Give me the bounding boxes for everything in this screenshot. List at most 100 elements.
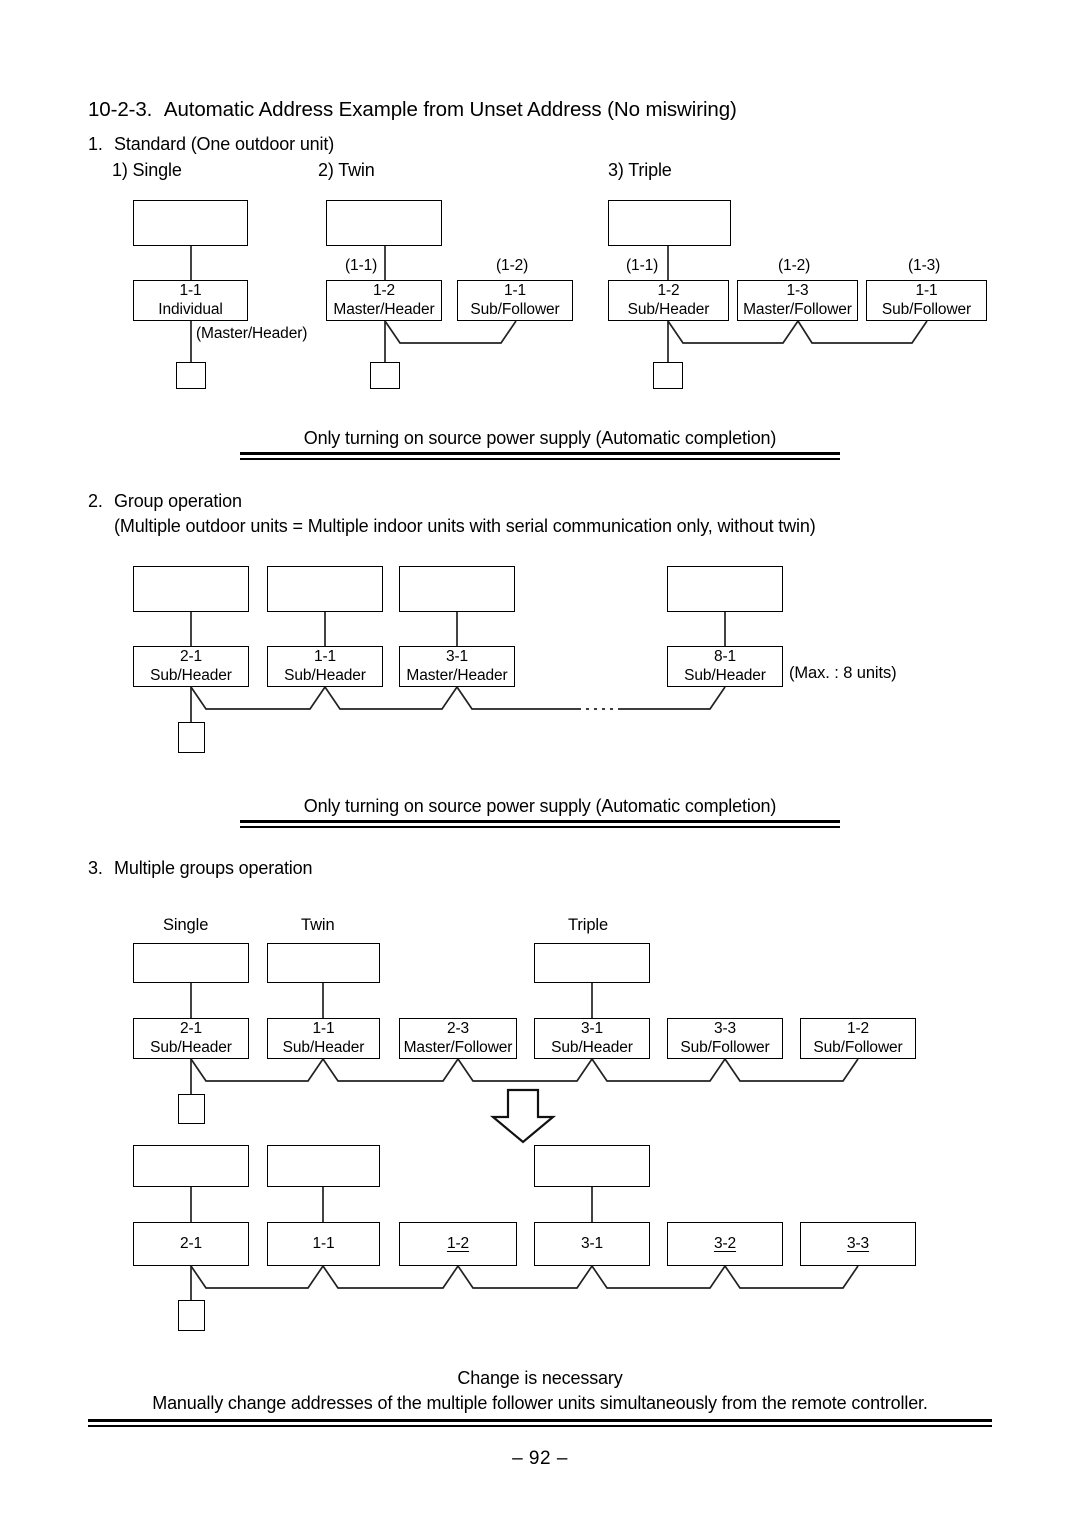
outdoor-unit-box: [267, 566, 383, 612]
wire-chevron-link: [456, 686, 578, 710]
unit-address: 1-2: [372, 282, 396, 300]
subtitle-twin: 2) Twin: [318, 160, 375, 180]
unit-address: 2-1: [179, 1020, 203, 1038]
indoor-unit-box: 3-3: [800, 1222, 916, 1266]
outdoor-unit-box: [399, 566, 515, 612]
unit-address: 2-1: [179, 1234, 203, 1252]
unit-address: 1-2: [846, 1020, 870, 1038]
outdoor-unit-box: [608, 200, 731, 246]
outdoor-unit-box: [667, 566, 783, 612]
section2-caption: Only turning on source power supply (Aut…: [303, 796, 777, 816]
subtitle-triple: 3) Triple: [608, 160, 672, 180]
wire-chevron-link: [667, 320, 799, 344]
wire-chevron-link: [797, 320, 928, 344]
indoor-unit-box: 3-1: [534, 1222, 650, 1266]
wire-chevron-link: [322, 1265, 459, 1289]
master-header-note: (Master/Header): [196, 325, 308, 342]
unit-address: 3-1: [445, 648, 469, 666]
section1-caption: Only turning on source power supply (Aut…: [303, 428, 777, 448]
unit-address: 3-3: [846, 1234, 870, 1252]
unit-address: 8-1: [713, 648, 737, 666]
wire-chevron-link: [324, 686, 458, 710]
outdoor-unit-box: [267, 1145, 380, 1187]
unit-role: Sub/Follower: [470, 300, 560, 318]
indoor-unit-box: 8-1 Sub/Header: [667, 646, 783, 687]
outdoor-unit-box: [534, 943, 650, 983]
unit-role: Sub/Header: [282, 1038, 365, 1056]
unit-address: 1-1: [915, 282, 938, 300]
wire-chevron-link: [591, 1265, 726, 1289]
section1-title: Standard (One outdoor unit): [114, 134, 335, 154]
wire-chevron-link: [591, 1058, 726, 1082]
outdoor-unit-box: [326, 200, 442, 246]
unit-address: 3-1: [580, 1234, 604, 1252]
section2-subtitle: (Multiple outdoor units = Multiple indoo…: [114, 516, 816, 536]
indoor-unit-box: 1-2: [399, 1222, 517, 1266]
page-title: 10-2-3. Automatic Address Example from U…: [88, 98, 737, 122]
wire-chevron-link: [724, 1265, 859, 1289]
connector-tag: (1-3): [908, 257, 941, 274]
unit-role: Sub/Header: [150, 666, 232, 684]
remote-controller-box: [653, 362, 683, 389]
indoor-unit-box: 3-2: [667, 1222, 783, 1266]
unit-address: 3-3: [713, 1020, 737, 1038]
group-label-twin: Twin: [301, 916, 335, 934]
unit-role: Sub/Header: [684, 666, 766, 684]
indoor-unit-box: 1-2 Sub/Follower: [800, 1018, 916, 1059]
connector-tag: (1-2): [778, 257, 811, 274]
unit-role: Sub/Header: [627, 300, 710, 318]
unit-address: 1-1: [503, 282, 527, 300]
wire-chevron-link: [724, 1058, 859, 1082]
connector-tag: (1-1): [626, 257, 659, 274]
indoor-unit-box: 1-3 Master/Follower: [737, 280, 858, 321]
unit-role: Master/Follower: [743, 300, 852, 318]
unit-address: 1-3: [786, 282, 809, 300]
unit-address: 2-3: [446, 1020, 470, 1038]
indoor-unit-box: 1-1 Individual: [133, 280, 248, 321]
unit-address: 1-1: [312, 1020, 335, 1038]
outdoor-unit-box: [133, 943, 249, 983]
section3-number: 3.: [88, 858, 103, 878]
connector-tag: (1-1): [345, 257, 378, 274]
unit-role: Individual: [158, 300, 223, 318]
wire-chevron-link: [457, 1265, 593, 1289]
outdoor-unit-box: [133, 566, 249, 612]
heading-number: 10-2-3.: [88, 98, 153, 121]
unit-role: Sub/Follower: [881, 300, 972, 318]
remote-controller-box: [176, 362, 206, 389]
indoor-unit-box: 1-2 Master/Header: [326, 280, 442, 321]
max-units-note: (Max. : 8 units): [789, 664, 897, 682]
page-number: – 92 –: [512, 1448, 568, 1469]
heading-text: Automatic Address Example from Unset Add…: [163, 98, 737, 121]
divider-thin: [240, 458, 840, 460]
divider-thick: [88, 1419, 992, 1422]
down-arrow-icon: [489, 1088, 557, 1144]
unit-role: Sub/Header: [551, 1038, 633, 1056]
section3-title: Multiple groups operation: [114, 858, 313, 878]
remote-controller-box: [178, 1300, 205, 1331]
unit-role: Sub/Follower: [813, 1038, 903, 1056]
group-label-triple: Triple: [568, 916, 609, 934]
footer-instruction: Manually change addresses of the multipl…: [152, 1393, 928, 1413]
divider-thick: [240, 452, 840, 455]
indoor-unit-box: 2-1 Sub/Header: [133, 646, 249, 687]
wire-chevron-link: [457, 1058, 593, 1082]
subtitle-single: 1) Single: [112, 160, 182, 180]
indoor-unit-box: 1-2 Sub/Header: [608, 280, 729, 321]
unit-address: 3-2: [713, 1234, 737, 1252]
section1-number: 1.: [88, 134, 103, 154]
unit-role: Master/Follower: [403, 1038, 513, 1056]
indoor-unit-box: 2-1 Sub/Header: [133, 1018, 249, 1059]
wire-chevron-link: [322, 1058, 459, 1082]
outdoor-unit-box: [534, 1145, 650, 1187]
wire-chevron-link: [190, 1058, 324, 1082]
connector-tag: (1-2): [496, 257, 529, 274]
outdoor-unit-box: [133, 200, 248, 246]
unit-address: 1-2: [657, 282, 680, 300]
unit-role: Sub/Follower: [680, 1038, 770, 1056]
unit-address: 1-1: [313, 648, 337, 666]
group-label-single: Single: [163, 916, 209, 934]
wire-chevron-link: [621, 686, 726, 710]
unit-address: 3-1: [580, 1020, 604, 1038]
unit-role: Sub/Header: [150, 1038, 232, 1056]
